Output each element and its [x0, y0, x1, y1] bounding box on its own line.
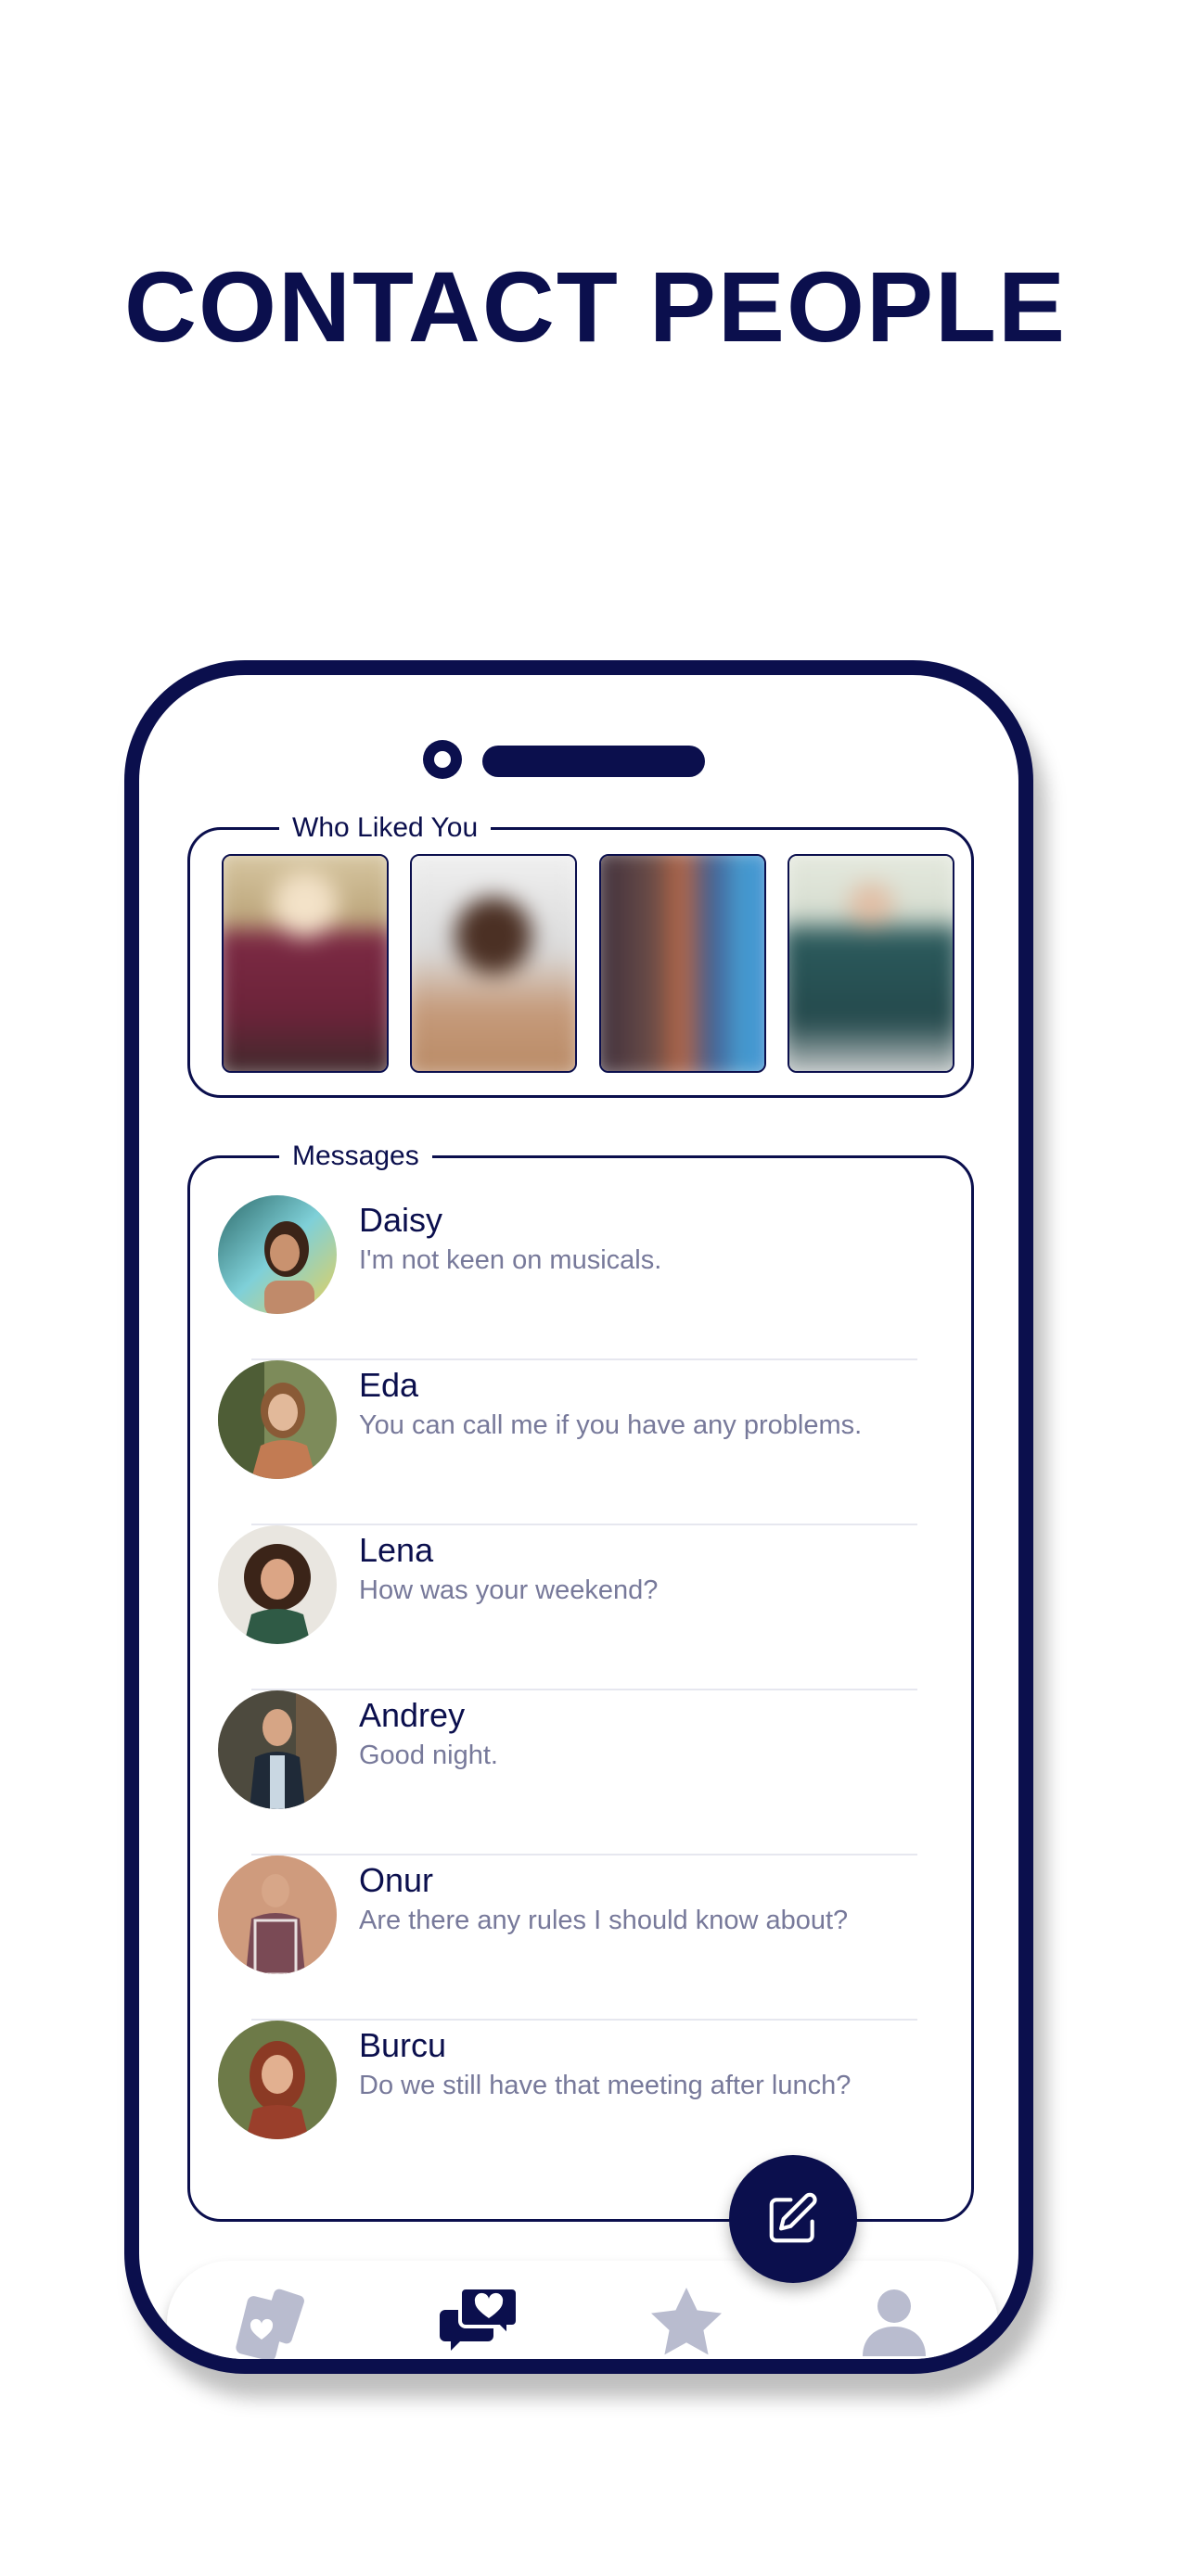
liked-card-3[interactable]: [598, 854, 766, 1073]
message-item[interactable]: Andrey Good night.: [218, 1690, 951, 1855]
liked-card-1[interactable]: [222, 854, 389, 1073]
message-item[interactable]: Lena How was your weekend?: [218, 1525, 951, 1690]
tab-favorites[interactable]: [631, 2267, 742, 2359]
avatar: [218, 1855, 337, 1974]
avatar: [218, 2021, 337, 2139]
star-icon: [651, 2288, 722, 2355]
chat-heart-icon: [440, 2286, 519, 2351]
message-sender: Lena: [359, 1531, 434, 1569]
camera-icon: [423, 740, 462, 779]
avatar: [218, 1360, 337, 1479]
user-icon: [863, 2289, 926, 2356]
active-tab-indicator: [473, 2364, 484, 2374]
headline: CONTACT PEOPLE: [123, 250, 1068, 363]
message-preview: You can call me if you have any problems…: [359, 1410, 863, 1440]
liked-card-2[interactable]: [410, 854, 578, 1073]
tab-bar: [167, 2261, 998, 2374]
speaker-grille: [482, 746, 705, 777]
avatar: [218, 1195, 337, 1314]
message-sender: Andrey: [359, 1696, 466, 1734]
who-liked-you-section: Who Liked You: [187, 810, 974, 1098]
message-sender: Daisy: [359, 1201, 443, 1239]
liked-card-4[interactable]: [787, 854, 954, 1073]
message-sender: Burcu: [359, 2026, 447, 2064]
avatar: [218, 1690, 337, 1809]
tab-profile[interactable]: [839, 2267, 950, 2359]
message-preview: I'm not keen on musicals.: [359, 1245, 662, 1275]
who-liked-you-title: Who Liked You: [279, 810, 492, 847]
message-preview: Do we still have that meeting after lunc…: [359, 2071, 852, 2100]
edit-icon: [769, 2192, 817, 2243]
tab-cards[interactable]: [215, 2267, 327, 2359]
cards-icon: [236, 2289, 304, 2359]
phone-frame: Who Liked You Messages Daisy I'm not kee…: [124, 660, 1033, 2374]
message-preview: How was your weekend?: [359, 1575, 659, 1605]
tab-messages[interactable]: [423, 2267, 534, 2374]
message-sender: Eda: [359, 1366, 419, 1404]
message-list: Daisy I'm not keen on musicals. Eda You …: [218, 1195, 951, 2186]
compose-button[interactable]: [729, 2155, 857, 2283]
messages-title: Messages: [279, 1138, 432, 1175]
liked-cards-row: [222, 854, 954, 1073]
message-preview: Are there any rules I should know about?: [359, 1906, 849, 1935]
message-item[interactable]: Burcu Do we still have that meeting afte…: [218, 2021, 951, 2186]
page: CONTACT PEOPLE Who Liked You Messages Da…: [0, 0, 1191, 2576]
message-sender: Onur: [359, 1861, 434, 1899]
message-item[interactable]: Eda You can call me if you have any prob…: [218, 1360, 951, 1525]
messages-section: Messages Daisy I'm not keen on musicals.: [187, 1138, 974, 2222]
message-preview: Good night.: [359, 1741, 498, 1770]
avatar: [218, 1525, 337, 1644]
message-item[interactable]: Onur Are there any rules I should know a…: [218, 1855, 951, 2021]
message-item[interactable]: Daisy I'm not keen on musicals.: [218, 1195, 951, 1360]
